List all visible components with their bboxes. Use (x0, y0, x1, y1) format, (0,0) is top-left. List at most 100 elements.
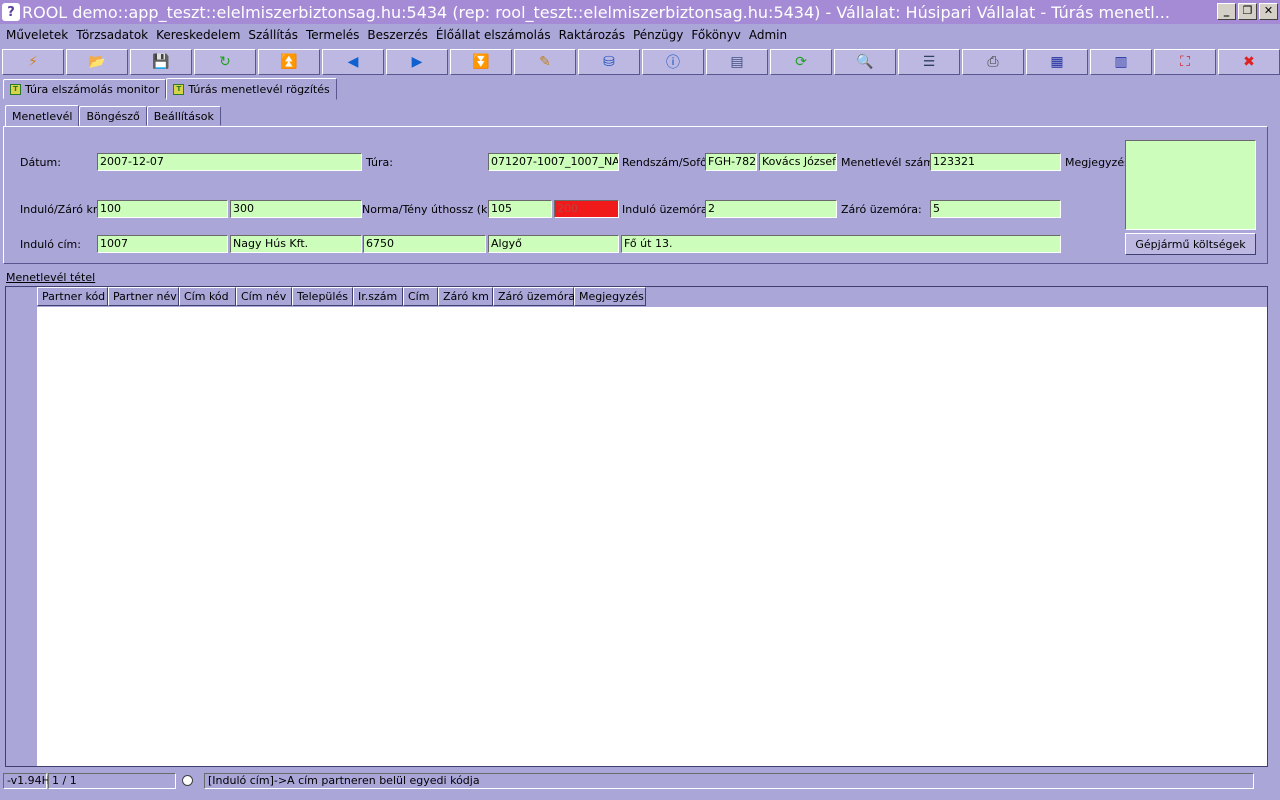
fit-window-button[interactable]: ⛶ (1154, 49, 1216, 75)
gepjarmu-koltsegek-button[interactable]: Gépjármű költségek (1125, 233, 1256, 255)
telepules-field[interactable]: Algyő (488, 235, 619, 253)
minimize-button[interactable]: _ (1217, 3, 1236, 20)
lightning-button[interactable]: ⚡ (2, 49, 64, 75)
refresh-green-icon: ↻ (219, 54, 231, 70)
menu-raktarozas[interactable]: Raktározás (555, 28, 629, 42)
menu-szallitas[interactable]: Szállítás (244, 28, 302, 42)
save-icon: 💾 (152, 54, 170, 70)
menu-admin[interactable]: Admin (745, 28, 791, 42)
menu-kereskedelem[interactable]: Kereskedelem (152, 28, 244, 42)
previous-button[interactable]: ◀ (322, 49, 384, 75)
print-button[interactable]: ⎙ (962, 49, 1024, 75)
indulo-zaro-km-label: Induló/Záró km: (20, 203, 108, 216)
zaro-uzemora-field[interactable]: 5 (930, 200, 1061, 218)
teny-uthossz-field[interactable]: 200 (554, 200, 619, 218)
first-record-icon: ⏫ (280, 54, 298, 70)
norma-teny-label: Norma/Tény úthossz (km): (362, 203, 507, 216)
menu-fokonyv[interactable]: Főkönyv (687, 28, 745, 42)
table-icon: T (173, 83, 185, 95)
import-grid-button[interactable]: ▥ (1090, 49, 1152, 75)
column-zaro-km[interactable]: Záró km (438, 287, 493, 306)
menetlevel-szama-field[interactable]: 123321 (930, 153, 1061, 171)
first-record-button[interactable]: ⏫ (258, 49, 320, 75)
column-partner-kod[interactable]: Partner kód (37, 287, 108, 306)
document-tabs: T Túra elszámolás monitor T Túrás menetl… (3, 78, 337, 100)
datum-label: Dátum: (20, 156, 61, 169)
indulo-uzemora-field[interactable]: 2 (705, 200, 837, 218)
column-telepules[interactable]: Település (292, 287, 353, 306)
edit-button[interactable]: ✎ (514, 49, 576, 75)
megjegyzes-textarea[interactable] (1125, 140, 1256, 230)
open-folder-button[interactable]: 📂 (66, 49, 128, 75)
table-icon: T (10, 83, 21, 95)
cim-kod-field[interactable]: 1007 (97, 235, 228, 253)
indulo-uzemora-label: Induló üzemóra: (622, 203, 712, 216)
toolbar: ⚡ 📂 💾 ↻ ⏫ ◀ ▶ ⏬ ✎ ⛁ ⓘ ▤ ⟳ 🔍 ☰ ⎙ ▦ ▥ ⛶ ✖ (0, 49, 1280, 77)
edit-icon: ✎ (539, 54, 551, 70)
sofor-field[interactable]: Kovács József (759, 153, 837, 171)
megjegyzes-label: Megjegyzés: (1065, 156, 1134, 169)
column-zaro-uzemora[interactable]: Záró üzemóra (493, 287, 575, 306)
menu-eloallat[interactable]: Élőállat elszámolás (432, 28, 555, 42)
norma-uthossz-field[interactable]: 105 (488, 200, 552, 218)
next-icon: ▶ (411, 54, 423, 70)
column-irszam[interactable]: Ir.szám (353, 287, 403, 306)
database-button[interactable]: ⛁ (578, 49, 640, 75)
lightning-icon: ⚡ (28, 54, 38, 70)
menu-muveletek[interactable]: Műveletek (2, 28, 72, 42)
previous-icon: ◀ (347, 54, 359, 70)
column-cim-kod[interactable]: Cím kód (179, 287, 236, 306)
open-folder-icon: 📂 (88, 54, 106, 70)
row-header-column (6, 287, 37, 766)
zaro-uzemora-label: Záró üzemóra: (841, 203, 922, 216)
cim-field[interactable]: Fő út 13. (621, 235, 1061, 253)
rendszam-field[interactable]: FGH-782 (705, 153, 757, 171)
form-view-icon: ▤ (730, 54, 744, 70)
next-button[interactable]: ▶ (386, 49, 448, 75)
columns-button[interactable]: ☰ (898, 49, 960, 75)
export-grid-button[interactable]: ▦ (1026, 49, 1088, 75)
tura-field[interactable]: 071207-1007_1007_NAGY (488, 153, 619, 171)
reload-button[interactable]: ⟳ (770, 49, 832, 75)
tab-label: Túra elszámolás monitor (25, 82, 160, 96)
datum-field[interactable]: 2007-12-07 (97, 153, 362, 171)
tab-bongeszo[interactable]: Böngésző (79, 106, 147, 126)
last-record-button[interactable]: ⏬ (450, 49, 512, 75)
record-counter: 1 / 1 (48, 773, 176, 789)
tab-turas-menetlevel-rogzites[interactable]: T Túrás menetlevél rögzítés (166, 78, 337, 100)
window-title: ROOL demo::app_teszt::elelmiszerbiztonsa… (22, 2, 1170, 22)
column-partner-nev[interactable]: Partner név (108, 287, 179, 306)
menu-torzsadatok[interactable]: Törzsadatok (72, 28, 152, 42)
restore-button[interactable]: ❐ (1238, 3, 1257, 20)
indulo-km-field[interactable]: 100 (97, 200, 228, 218)
search-button[interactable]: 🔍 (834, 49, 896, 75)
column-cim-nev[interactable]: Cím név (236, 287, 292, 306)
fit-window-icon: ⛶ (1180, 54, 1190, 70)
menu-bar: Műveletek Törzsadatok Kereskedelem Száll… (0, 25, 1280, 45)
menu-penzugy[interactable]: Pénzügy (629, 28, 687, 42)
zaro-km-field[interactable]: 300 (230, 200, 362, 218)
close-window-button[interactable]: ✕ (1259, 3, 1278, 20)
database-icon: ⛁ (603, 54, 615, 70)
title-bar: ? ROOL demo::app_teszt::elelmiszerbizton… (0, 0, 1280, 24)
info-button[interactable]: ⓘ (642, 49, 704, 75)
tab-tura-elszamolas-monitor[interactable]: T Túra elszámolás monitor (3, 79, 167, 99)
save-button[interactable]: 💾 (130, 49, 192, 75)
status-radio[interactable] (182, 775, 193, 786)
field-hint: [Induló cím]->A cím partneren belül egye… (204, 773, 1254, 789)
menu-termeles[interactable]: Termelés (302, 28, 363, 42)
column-megjegyzes[interactable]: Megjegyzés (574, 287, 646, 306)
columns-icon: ☰ (922, 54, 936, 70)
menu-beszerzes[interactable]: Beszerzés (363, 28, 431, 42)
partner-nev-field[interactable]: Nagy Hús Kft. (230, 235, 362, 253)
column-cim[interactable]: Cím (403, 287, 438, 306)
menetlevel-szama-label: Menetlevél száma: (841, 156, 945, 169)
menetlevel-tetel-grid: Partner kód Partner név Cím kód Cím név … (5, 286, 1268, 767)
tab-label: Túrás menetlevél rögzítés (188, 82, 330, 96)
close-red-button[interactable]: ✖ (1218, 49, 1280, 75)
tab-beallitasok[interactable]: Beállítások (146, 106, 221, 126)
form-view-button[interactable]: ▤ (706, 49, 768, 75)
irszam-field[interactable]: 6750 (363, 235, 486, 253)
refresh-green-button[interactable]: ↻ (194, 49, 256, 75)
tab-menetlevel[interactable]: Menetlevél (5, 105, 80, 127)
